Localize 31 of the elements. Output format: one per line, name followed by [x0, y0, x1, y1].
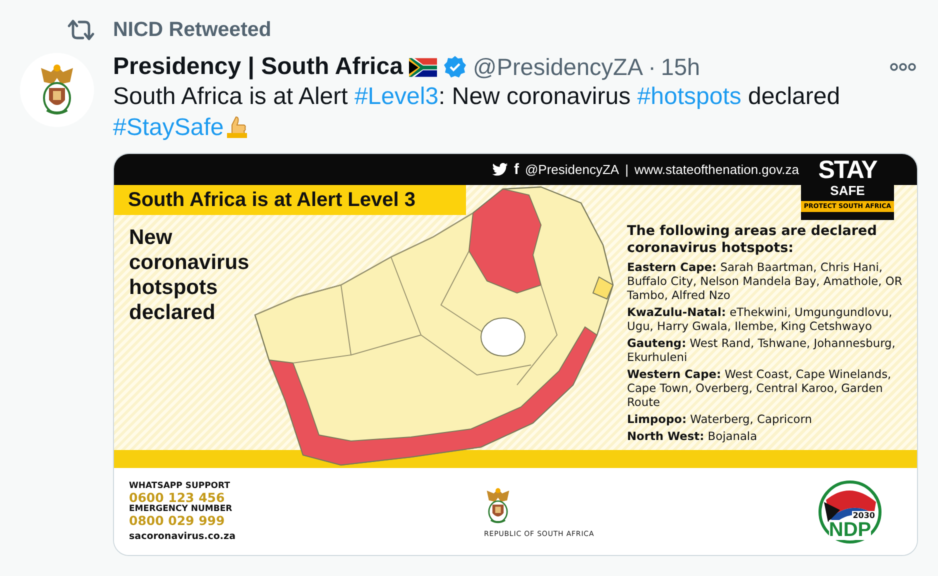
hotspot-entry: Limpopo: Waterberg, Capricorn — [627, 412, 813, 426]
retweet-icon — [66, 19, 96, 41]
hotspot-entry: Western Cape: West Coast, Cape Winelands, Cape Town, Overberg, Central Karoo, Garden Route — [627, 367, 892, 409]
timestamp[interactable]: 15h — [660, 54, 700, 80]
hotspot-entry: Gauteng: West Rand, Tshwane, Johannesburg, Ekurhuleni — [627, 336, 896, 364]
phone-number: 0800 029 999 — [129, 514, 226, 527]
social-handle: @PresidencyZA — [524, 162, 620, 177]
ndp-logo: 2030 NDP — [818, 480, 882, 544]
media-card[interactable] — [113, 153, 918, 556]
phone-number: 0600 123 456 — [129, 491, 225, 504]
retweet-label: NICD Retweeted — [113, 18, 272, 42]
facebook-glyph: f — [514, 161, 519, 178]
website-text: www.stateofthenation.gov.za — [634, 162, 799, 177]
title-banner: South Africa is at Alert Level 3 — [114, 185, 466, 215]
author-name[interactable]: Presidency | South Africa — [113, 53, 403, 81]
website-text: sacoronavirus.co.za — [129, 531, 236, 542]
contact-label: EMERGENCY NUMBER — [129, 504, 234, 514]
more-icon[interactable] — [890, 63, 916, 71]
contact-label: WHATSAPP SUPPORT — [129, 481, 231, 491]
hotspot-entry: North West: Bojanala — [627, 429, 758, 443]
bird-icon — [492, 163, 508, 176]
separator-dot: · — [648, 54, 656, 80]
divider-glyph: | — [625, 162, 628, 177]
list-heading: The following areas are declared coronavirus hotspots: — [627, 223, 878, 257]
tweet-text: South Africa is at Alert #Level3: New coronavirus #hotspots declared — [113, 83, 840, 110]
thumbs-up-icon — [226, 115, 248, 139]
handle[interactable]: @PresidencyZA — [472, 54, 644, 80]
coat-of-arms-icon — [484, 486, 512, 526]
flag-icon — [408, 58, 437, 76]
subtitle: New coronavirus hotspots declared — [129, 225, 250, 325]
hotspot-entry: KwaZulu-Natal: eThekwini, Umgungundlovu, Ugu, Harry Gwala, Ilembe, King Cetshwayo — [627, 305, 894, 333]
